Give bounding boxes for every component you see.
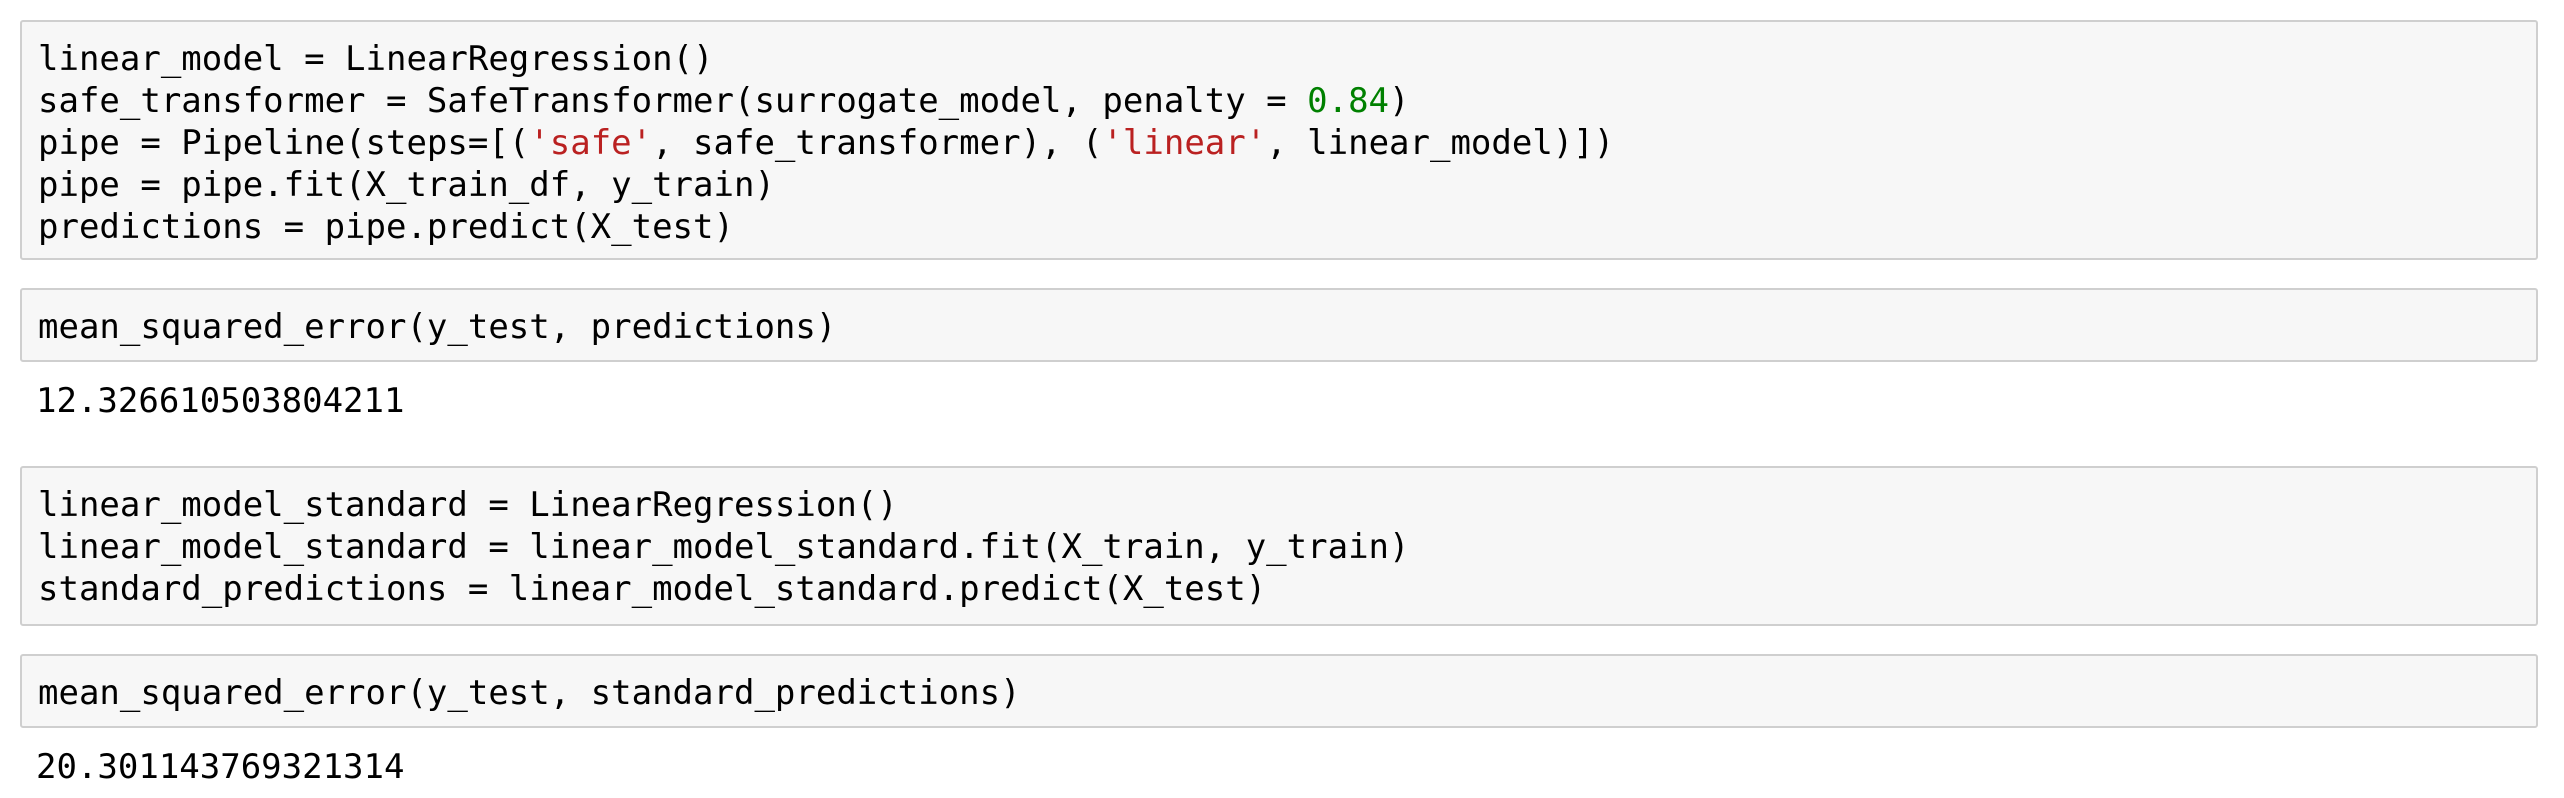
code-line: linear_model = LinearRegression() — [38, 38, 1614, 80]
code-line: mean_squared_error(y_test, standard_pred… — [38, 672, 1021, 714]
code-token: standard_predictions = linear_model_stan… — [38, 569, 1267, 609]
code-editor[interactable]: linear_model_standard = LinearRegression… — [38, 484, 1409, 610]
code-token: , linear_model)]) — [1266, 123, 1615, 163]
code-cell-2[interactable]: mean_squared_error(y_test, predictions) — [20, 288, 2538, 362]
code-line: linear_model_standard = LinearRegression… — [38, 484, 1409, 526]
code-token: mean_squared_error(y_test, predictions) — [38, 307, 837, 347]
string-literal: 'safe' — [529, 123, 653, 163]
code-cell-1[interactable]: linear_model = LinearRegression() safe_tr… — [20, 20, 2538, 260]
code-line: pipe = Pipeline(steps=[('safe', safe_tra… — [38, 122, 1614, 164]
code-token: pipe = Pipeline(steps=[( — [38, 123, 530, 163]
code-cell-3[interactable]: linear_model_standard = LinearRegression… — [20, 466, 2538, 626]
code-cell-4[interactable]: mean_squared_error(y_test, standard_pred… — [20, 654, 2538, 728]
code-editor[interactable]: mean_squared_error(y_test, predictions) — [38, 306, 836, 348]
code-token: , safe_transformer), ( — [652, 123, 1103, 163]
code-token: predictions = pipe.predict(X_test) — [38, 207, 734, 247]
code-line: predictions = pipe.predict(X_test) — [38, 206, 1614, 248]
code-line: pipe = pipe.fit(X_train_df, y_train) — [38, 164, 1614, 206]
code-token: linear_model_standard = linear_model_sta… — [38, 527, 1410, 567]
code-line: mean_squared_error(y_test, predictions) — [38, 306, 836, 348]
code-editor[interactable]: linear_model = LinearRegression() safe_tr… — [38, 38, 1614, 248]
code-line: safe_transformer = SafeTransformer(surro… — [38, 80, 1614, 122]
code-token: linear_model_standard = LinearRegression… — [38, 485, 898, 525]
code-editor[interactable]: mean_squared_error(y_test, standard_pred… — [38, 672, 1021, 714]
cell-output-4: 20.301143769321314 — [36, 747, 405, 787]
code-token: pipe = pipe.fit(X_train_df, y_train) — [38, 165, 775, 205]
code-token: mean_squared_error(y_test, standard_pred… — [38, 673, 1021, 713]
code-line: linear_model_standard = linear_model_sta… — [38, 526, 1409, 568]
cell-output-2: 12.326610503804211 — [36, 381, 405, 421]
number-literal: 0.84 — [1307, 81, 1390, 121]
code-token: safe_transformer = SafeTransformer(surro… — [38, 81, 1308, 121]
code-token: linear_model = LinearRegression() — [38, 39, 714, 79]
code-token: ) — [1389, 81, 1410, 121]
code-line: standard_predictions = linear_model_stan… — [38, 568, 1409, 610]
string-literal: 'linear' — [1102, 123, 1267, 163]
